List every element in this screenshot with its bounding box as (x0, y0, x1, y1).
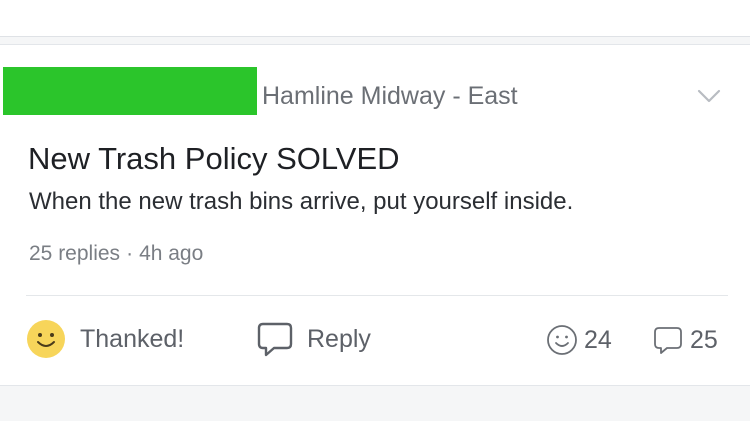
post-title[interactable]: New Trash Policy SOLVED (28, 141, 400, 177)
reply-count: 25 (690, 326, 718, 354)
meta-separator: · (126, 242, 134, 265)
thanks-counter[interactable]: 24 (546, 323, 612, 357)
smiley-outline-icon (547, 325, 577, 355)
thanks-count: 24 (584, 326, 612, 354)
thank-button[interactable]: Thanked! (26, 319, 184, 359)
chevron-down-icon[interactable] (696, 83, 722, 109)
reply-button-label: Reply (307, 325, 371, 353)
reply-button[interactable]: Reply (255, 319, 371, 359)
previous-post-edge (0, 0, 750, 37)
action-divider (26, 295, 728, 296)
thank-button-label: Thanked! (80, 325, 185, 353)
speech-bubble-icon (257, 322, 293, 357)
redacted-author-name (3, 67, 257, 115)
neighborhood-label[interactable]: Hamline Midway - East (262, 81, 518, 111)
reply-counter[interactable]: 25 (652, 323, 718, 357)
speech-bubble-icon (654, 327, 682, 354)
post-body: When the new trash bins arrive, put your… (29, 188, 574, 215)
replies-link[interactable]: 25 replies (29, 242, 120, 265)
post-card[interactable]: Hamline Midway - East New Trash Policy S… (0, 44, 750, 386)
smiley-filled-icon (27, 320, 65, 358)
post-meta: 25 replies · 4h ago (29, 241, 203, 267)
post-age: 4h ago (139, 242, 204, 265)
